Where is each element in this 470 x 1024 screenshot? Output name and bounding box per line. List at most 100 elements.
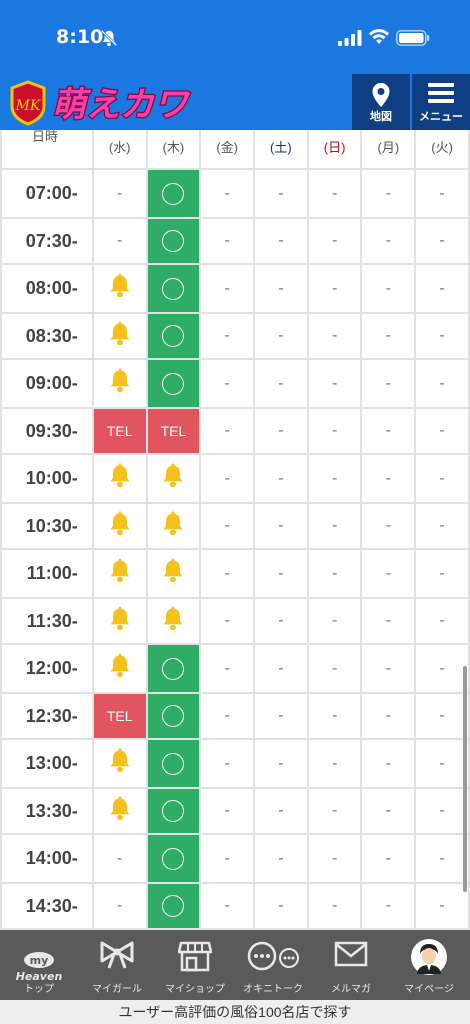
nav-item-my-girl[interactable]: マイガール <box>78 930 156 1000</box>
schedule-table-container[interactable]: 日時 (水) (木) (金) (土) (日) (月) (火) 07:00- - - -… <box>0 130 470 930</box>
slot-notify[interactable] <box>91 312 148 360</box>
slot-available[interactable] <box>145 217 202 265</box>
slot-notify[interactable] <box>91 453 148 504</box>
slot-notify[interactable] <box>91 358 148 409</box>
day-header: (月) <box>360 130 417 170</box>
slot-unavailable: - <box>253 407 309 455</box>
corner-label: 日時 <box>0 130 94 170</box>
logo-emblem-icon: MK 萌えカワ <box>10 80 192 126</box>
day-header: (火) <box>414 130 470 170</box>
slot-tel[interactable]: TEL <box>91 407 148 455</box>
time-slot-label: 09:30- <box>0 407 94 455</box>
slot-unavailable: - <box>253 358 309 409</box>
slot-notify[interactable] <box>145 597 202 645</box>
slot-unavailable: - <box>360 453 417 504</box>
slot-unavailable: - <box>306 787 363 835</box>
slot-available[interactable] <box>145 358 202 409</box>
day-header: (金) <box>199 130 256 170</box>
slot-unavailable: - <box>414 502 470 550</box>
slot-notify[interactable] <box>91 738 148 789</box>
nav-item-my-page[interactable]: マイページ <box>390 930 468 1000</box>
slot-available[interactable] <box>145 738 202 789</box>
available-circle-icon <box>162 372 185 395</box>
slot-notify[interactable] <box>145 502 202 550</box>
menu-button[interactable]: メニュー <box>412 74 470 130</box>
app-header: MK 萌えカワ 地図 メニュー <box>0 74 470 130</box>
nav-item-top[interactable]: my Heaven トップ <box>0 930 78 1000</box>
slot-available[interactable] <box>145 263 202 314</box>
top100-search-banner[interactable]: ユーザー高評価の風俗100名店で探す <box>0 1000 470 1024</box>
nav-item-my-shop[interactable]: マイショップ <box>156 930 234 1000</box>
slot-tel[interactable]: TEL <box>91 692 148 740</box>
slot-unavailable: - <box>199 168 256 219</box>
slot-unavailable: - <box>360 882 417 930</box>
slot-unavailable: - <box>253 738 309 789</box>
slot-unavailable: - <box>199 312 256 360</box>
slot-tel[interactable]: TEL <box>145 407 202 455</box>
time-slot-label: 07:00- <box>0 168 94 219</box>
bell-icon <box>161 463 185 494</box>
slot-unavailable: - <box>306 597 363 645</box>
bell-icon <box>108 748 132 779</box>
slot-unavailable: - <box>306 407 363 455</box>
slot-available[interactable] <box>145 168 202 219</box>
nav-label-my-shop: マイショップ <box>165 984 225 995</box>
svg-text:MK: MK <box>15 98 42 114</box>
slot-notify[interactable] <box>91 548 148 599</box>
slot-unavailable: - <box>306 312 363 360</box>
slot-notify[interactable] <box>91 787 148 835</box>
map-button[interactable]: 地図 <box>352 74 410 130</box>
slot-unavailable: - <box>253 312 309 360</box>
day-header-sunday: (日) <box>306 130 363 170</box>
slot-unavailable: - <box>253 882 309 930</box>
slot-available[interactable] <box>145 692 202 740</box>
slot-unavailable: - <box>414 453 470 504</box>
nav-label-okini-talk: オキニトーク <box>243 984 303 995</box>
slot-unavailable: - <box>306 217 363 265</box>
my-heaven-icon: my Heaven <box>9 940 69 983</box>
slot-unavailable: - <box>199 358 256 409</box>
nav-item-okini-talk[interactable]: オキニトーク <box>234 930 312 1000</box>
time-slot-label: 08:00- <box>0 263 94 314</box>
slot-available[interactable] <box>145 312 202 360</box>
time-slot-label: 08:30- <box>0 312 94 360</box>
slot-notify[interactable] <box>91 597 148 645</box>
scrollbar[interactable] <box>463 666 467 892</box>
slot-unavailable: - <box>253 453 309 504</box>
slot-unavailable: - <box>414 358 470 409</box>
slot-unavailable: - <box>199 738 256 789</box>
slot-notify[interactable] <box>91 643 148 694</box>
slot-notify[interactable] <box>145 548 202 599</box>
slot-unavailable: - <box>306 833 363 884</box>
slot-available[interactable] <box>145 643 202 694</box>
bell-icon <box>108 796 132 827</box>
slot-unavailable: - <box>414 597 470 645</box>
slot-notify[interactable] <box>91 502 148 550</box>
slot-unavailable: - <box>360 263 417 314</box>
slot-unavailable: - <box>414 548 470 599</box>
slot-unavailable: - <box>253 833 309 884</box>
nav-item-mail-magazine[interactable]: メルマガ <box>312 930 390 1000</box>
nav-label-my-girl: マイガール <box>92 984 142 995</box>
slot-available[interactable] <box>145 882 202 930</box>
menu-label: メニュー <box>419 111 463 123</box>
status-bar: 8:10 <box>0 0 470 74</box>
slot-notify[interactable] <box>91 263 148 314</box>
schedule-row: 13:00- - - - - - <box>0 738 470 789</box>
available-circle-icon <box>162 752 185 775</box>
schedule-row: 13:30- - - - - - <box>0 787 470 835</box>
slot-unavailable: - <box>414 217 470 265</box>
slot-available[interactable] <box>145 833 202 884</box>
slot-unavailable: - <box>199 833 256 884</box>
slot-unavailable: - <box>414 407 470 455</box>
schedule-row: 07:00- - - - - - - <box>0 168 470 219</box>
slot-unavailable: - <box>360 168 417 219</box>
bottom-nav: my Heaven トップ マイガール マイショップ オキニトーク メルマガ マ… <box>0 930 470 1000</box>
slot-available[interactable] <box>145 787 202 835</box>
slot-unavailable: - <box>306 548 363 599</box>
map-label: 地図 <box>370 111 392 123</box>
slot-unavailable: - <box>360 692 417 740</box>
shop-logo[interactable]: MK 萌えカワ <box>6 78 196 126</box>
bell-off-icon <box>100 29 118 47</box>
slot-notify[interactable] <box>145 453 202 504</box>
